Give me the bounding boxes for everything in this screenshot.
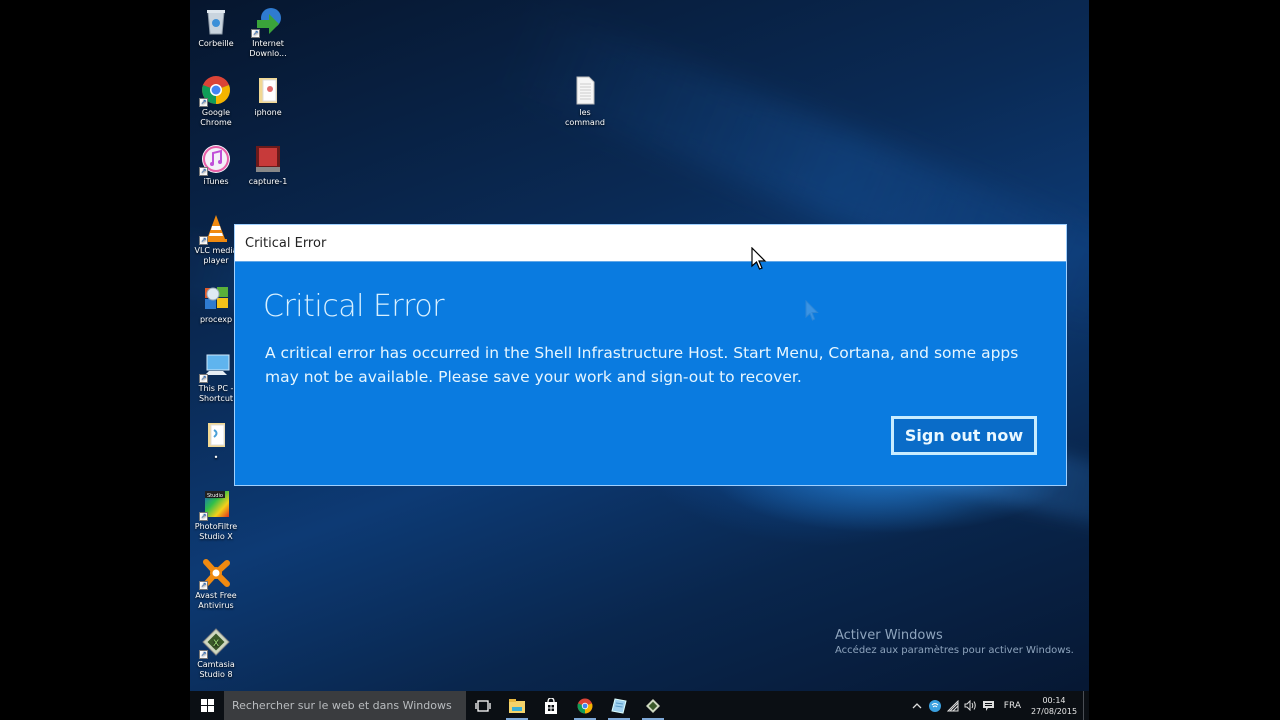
taskbar-chrome[interactable] [568,691,602,720]
camtasia-icon [646,698,660,713]
store-icon [545,697,557,714]
dialog-heading: Critical Error [263,289,445,324]
procexp-icon [201,282,231,312]
folder-icon [201,420,231,450]
notepad-icon [611,697,627,714]
desktop-icon-capture-1[interactable]: capture-1 [242,144,294,187]
avast-icon: ↗ [199,558,231,590]
cortana-search-box[interactable] [224,691,466,720]
video-file-icon [253,144,283,174]
activation-watermark: Activer Windows Accédez aux paramètres p… [835,628,1074,658]
shortcut-arrow-icon: ↗ [199,98,208,107]
shortcut-arrow-icon: ↗ [251,29,260,38]
activation-title: Activer Windows [835,628,943,643]
task-view-button[interactable] [466,691,500,720]
chrome-icon [577,698,593,713]
desktop-icon-google-chrome[interactable]: ↗ Google Chrome [190,75,242,128]
taskbar-store[interactable] [534,691,568,720]
text-file-icon [570,75,600,105]
action-center-button[interactable] [981,691,997,720]
this-pc-icon: ↗ [199,351,231,383]
show-hidden-icons-button[interactable] [909,691,925,720]
shortcut-arrow-icon: ↗ [199,167,208,176]
input-language-indicator[interactable]: FRA [1004,701,1021,711]
letterbox-right [1089,0,1280,720]
vlc-icon: ↗ [199,213,231,245]
desktop-icon-corbeille[interactable]: Corbeille [190,6,242,49]
task-view-icon [475,699,491,712]
blue-app-tray-icon [928,699,941,712]
chrome-icon: ↗ [199,75,231,107]
network-signal-icon [946,699,959,711]
critical-error-dialog: Critical Error Critical Error A critical… [234,224,1067,486]
show-desktop-button[interactable] [1083,691,1089,720]
taskbar: FRA 00:14 27/08/2015 [190,691,1089,720]
folder-icon [253,75,283,105]
volume-button[interactable] [963,691,979,720]
network-button[interactable] [945,691,961,720]
recycle-bin-icon [201,6,231,36]
itunes-icon: ↗ [199,144,231,176]
activation-subtitle: Accédez aux paramètres pour activer Wind… [835,645,1074,656]
taskbar-file-explorer[interactable] [500,691,534,720]
clock-time: 00:14 [1042,695,1066,705]
desktop-icon-les-command[interactable]: les command [559,75,611,128]
mouse-cursor-icon [751,247,767,270]
tray-app-icon-button[interactable] [927,691,943,720]
shortcut-arrow-icon: ↗ [199,236,208,245]
desktop-icon-iphone[interactable]: iphone [242,75,294,118]
dialog-titlebar[interactable]: Critical Error [235,225,1066,262]
internet-download-manager-icon: ↗ [251,6,283,38]
taskbar-camtasia[interactable] [636,691,670,720]
chevron-up-icon [912,702,922,708]
desktop: Corbeille ↗ Internet Downlo... ↗ Google … [190,0,1089,720]
dialog-body: Critical Error A critical error has occu… [235,263,1066,485]
svg-text:X: X [213,639,219,649]
speaker-volume-icon [964,700,977,711]
desktop-icon-internet-download-manager[interactable]: ↗ Internet Downlo... [242,6,294,59]
letterbox-left [0,0,190,720]
sign-out-now-button[interactable]: Sign out now [891,416,1037,455]
desktop-icon-itunes[interactable]: ↗ iTunes [190,144,242,187]
clock-date: 27/08/2015 [1030,706,1078,716]
desktop-icon-photofiltre[interactable]: Studio ↗ PhotoFiltre Studio X [190,489,242,542]
file-explorer-icon [509,698,525,713]
windows-logo-icon [200,699,214,712]
taskbar-notepad[interactable] [602,691,636,720]
dialog-window-title: Critical Error [245,235,327,251]
system-tray: FRA 00:14 27/08/2015 [908,691,1089,720]
desktop-icon-camtasia[interactable]: X ↗ Camtasia Studio 8 [190,627,242,680]
shortcut-arrow-icon: ↗ [199,581,208,590]
search-input[interactable] [232,699,462,712]
photofiltre-icon: Studio ↗ [199,489,231,521]
dialog-message: A critical error has occurred in the She… [265,344,1019,386]
ghost-cursor-icon [805,300,819,321]
start-button[interactable] [190,691,224,720]
shortcut-arrow-icon: ↗ [199,512,208,521]
desktop-icon-avast[interactable]: ↗ Avast Free Antivirus [190,558,242,611]
notification-icon [983,700,995,711]
clock[interactable]: 00:14 27/08/2015 [1029,695,1079,717]
svg-text:Studio: Studio [207,493,223,499]
camtasia-icon: X ↗ [199,627,231,659]
shortcut-arrow-icon: ↗ [199,650,208,659]
shortcut-arrow-icon: ↗ [199,374,208,383]
